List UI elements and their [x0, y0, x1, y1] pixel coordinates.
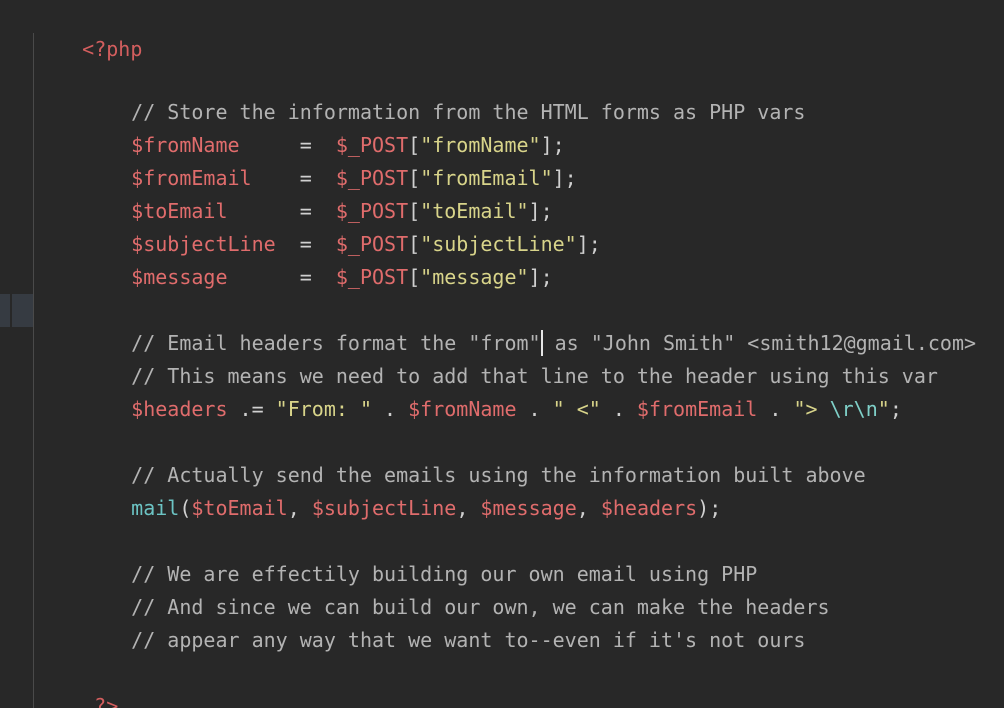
code-line-comment-headers-2[interactable]: // This means we need to add that line t… [83, 327, 938, 388]
operator: . [757, 397, 794, 421]
comma: , [456, 496, 481, 520]
semicolon: ; [889, 397, 902, 421]
code-editor[interactable]: <?php // Store the information from the … [0, 0, 1004, 708]
comma: , [287, 496, 312, 520]
string: " <" [552, 397, 601, 421]
paren: ( [179, 496, 192, 520]
argument: $toEmail [191, 496, 288, 520]
code-line-comment-end-2[interactable]: // And since we can build our own, we ca… [83, 558, 829, 619]
string: " [877, 397, 890, 421]
string: "message" [420, 265, 529, 289]
active-line-marker [0, 294, 33, 327]
argument: $headers [600, 496, 698, 520]
argument: $subjectLine [311, 496, 457, 520]
comment: // appear any way that we want to--even … [131, 628, 806, 652]
operator: . [516, 397, 553, 421]
bracket: ]; [576, 232, 601, 256]
comma: , [576, 496, 601, 520]
code-line-close-tag[interactable]: ?> [46, 657, 118, 708]
variable: $message [131, 265, 228, 289]
code-line-comment-end-3[interactable]: // appear any way that we want to--even … [83, 591, 805, 652]
operator: = [299, 265, 336, 289]
operator: . [600, 397, 637, 421]
code-line-assign-toemail[interactable]: $toEmail = $_POST["toEmail"]; [83, 162, 552, 223]
code-line-comment-send[interactable]: // Actually send the emails using the in… [83, 426, 866, 487]
paren: ); [697, 496, 722, 520]
php-close-tag: ?> [94, 694, 119, 708]
argument: $message [480, 496, 577, 520]
bracket: ]; [552, 166, 577, 190]
code-line-comment-store[interactable]: // Store the information from the HTML f… [83, 63, 805, 124]
superglobal: $_POST [335, 265, 409, 289]
code-line-mail[interactable]: mail($toEmail, $subjectLine, $message, $… [83, 459, 721, 520]
code-line-headers[interactable]: $headers .= "From: " . $fromName . " <" … [83, 360, 902, 421]
operator: .= [227, 397, 276, 421]
code-line-comment-end-1[interactable]: // We are effectily building our own ema… [83, 525, 757, 586]
string: "> [793, 397, 830, 421]
bracket: ]; [528, 265, 553, 289]
code-line-assign-fromname[interactable]: $fromName = $_POST["fromName"]; [83, 96, 565, 157]
bracket: [ [408, 265, 421, 289]
code-line-open-tag[interactable]: <?php [34, 0, 142, 61]
operator: . [372, 397, 409, 421]
code-line-comment-headers-1[interactable]: // Email headers format the "from" as "J… [83, 294, 976, 356]
function-name: mail [131, 496, 180, 520]
string: "From: " [275, 397, 372, 421]
variable: $fromEmail [636, 397, 758, 421]
code-line-assign-fromemail[interactable]: $fromEmail = $_POST["fromEmail"]; [83, 129, 577, 190]
code-line-assign-subjectline[interactable]: $subjectLine = $_POST["subjectLine"]; [83, 195, 601, 256]
code-line-assign-message[interactable]: $message = $_POST["message"]; [83, 228, 552, 289]
escape-sequence: \r\n [829, 397, 878, 421]
php-open-tag: <?php [82, 37, 143, 61]
variable: $headers [131, 397, 228, 421]
indent-guide [33, 33, 34, 708]
variable: $fromName [408, 397, 517, 421]
